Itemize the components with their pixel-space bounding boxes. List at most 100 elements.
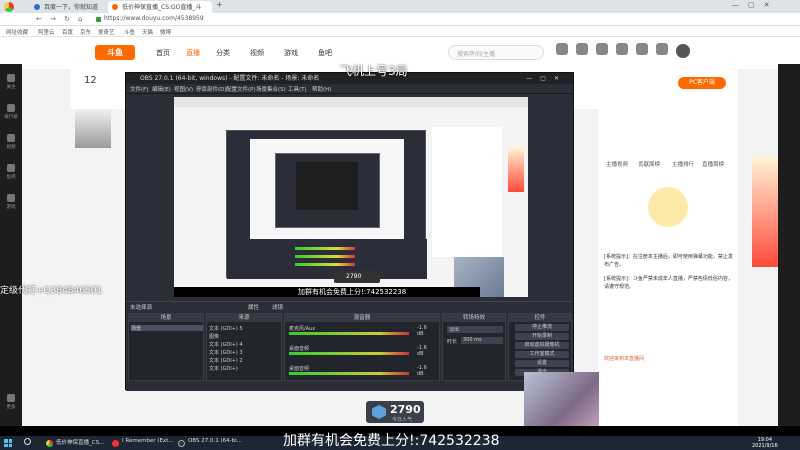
bookmark-item[interactable]: 天猫 — [142, 28, 153, 36]
obs-menu-help[interactable]: 帮助(H) — [312, 85, 331, 93]
douyu-icon — [112, 4, 118, 10]
source-item[interactable]: 文本 (GDI+) 4 — [209, 341, 281, 348]
broadcast-icon[interactable] — [656, 43, 668, 55]
stream-title-overlay: 飞机上号3局 — [340, 64, 408, 78]
source-item[interactable]: 文本 (GDI+) 5 — [209, 325, 281, 332]
stop-streaming-button[interactable]: 停止推流 — [515, 324, 569, 331]
properties-button[interactable]: 属性 — [248, 303, 259, 311]
obs-window-controls[interactable]: —▢✕ — [526, 73, 567, 84]
obs-menu-view[interactable]: 视图(V) — [174, 85, 193, 93]
preview-browser-bar — [174, 97, 528, 107]
nav-fishbar[interactable]: 鱼吧 — [318, 48, 332, 58]
site-logo[interactable]: 斗鱼 — [95, 45, 135, 60]
obs-menu-file[interactable]: 文件(F) — [130, 85, 148, 93]
sidebar-item-rank[interactable]: 排行榜 — [0, 104, 22, 120]
obs-preview[interactable]: 2790 加群有机会免费上分!:742532238 — [174, 97, 528, 297]
taskbar-label: I Remember (Ext... — [122, 438, 174, 444]
forward-icon[interactable]: → — [50, 15, 56, 23]
transition-select[interactable]: 淡出 — [447, 326, 503, 333]
duration-label: 时长 — [447, 339, 458, 345]
download-icon[interactable] — [636, 43, 648, 55]
sidebar-item-more[interactable]: 更多 — [0, 394, 22, 410]
source-item[interactable]: 文本 (GDI+) 3 — [209, 349, 281, 356]
chat-tab[interactable]: 主播排行 — [672, 160, 694, 168]
bookmark-item[interactable]: 微博 — [160, 28, 171, 36]
audio-meter[interactable] — [289, 352, 409, 355]
preview-ad — [508, 147, 524, 192]
right-sidebar — [778, 64, 800, 426]
chat-tab[interactable]: 直播周榜 — [702, 160, 724, 168]
tab-label: 百度一下，你就知道 — [44, 4, 99, 11]
taskbar-item-music[interactable]: I Remember (Ext... — [112, 438, 174, 448]
url-field[interactable]: https://www.douyu.com/4538959 — [104, 15, 204, 22]
system-clock[interactable]: 19:04 2021/9/16 — [752, 437, 778, 449]
source-item[interactable]: 文本 (GDI+) — [209, 365, 281, 372]
reload-icon[interactable]: ↻ — [64, 15, 70, 23]
obs-menu-edit[interactable]: 编辑(E) — [152, 85, 171, 93]
follow-icon[interactable] — [596, 43, 608, 55]
obs-menu-profile[interactable]: 配置文件(P) — [226, 85, 256, 93]
source-item[interactable]: 文本 (GDI+) 2 — [209, 357, 281, 364]
user-avatar[interactable] — [676, 44, 690, 58]
source-item[interactable]: 图像 — [209, 333, 281, 340]
obs-menu-scene-collection[interactable]: 场景集合(S) — [256, 85, 286, 93]
taskbar-label: 低价神保直播_CS... — [56, 440, 105, 446]
record-icon[interactable] — [556, 43, 568, 55]
sidebar-item-video[interactable]: 视频 — [0, 134, 22, 150]
history-icon[interactable] — [576, 43, 588, 55]
browser-tab-baidu[interactable]: 百度一下，你就知道 — [30, 1, 106, 13]
preview-banner-text: 加群有机会免费上分!:742532238 — [298, 288, 407, 296]
rabbit-avatar — [75, 110, 111, 148]
taskbar-item-browser[interactable]: 低价神保直播_CS... — [46, 438, 104, 448]
start-recording-button[interactable]: 开始录制 — [515, 333, 569, 340]
duration-input[interactable]: 300 ms — [461, 337, 503, 344]
bookmark-item[interactable]: 爱奇艺 — [98, 28, 115, 36]
sidebar-item-follow[interactable]: 关注 — [0, 74, 22, 90]
browser-tab-douyu[interactable]: 低价神保直播_CS:GO直播_斗 — [108, 1, 212, 13]
chat-message: [系统提示]：在注册本主播后，即可使用弹幕功能，禁止发布广告。 — [604, 254, 733, 268]
back-icon[interactable]: ← — [36, 15, 42, 23]
sidebar-item-game[interactable]: 游戏 — [0, 194, 22, 210]
search-input[interactable]: 搜索房间/主播 — [448, 45, 544, 60]
bookmark-item[interactable]: 百度 — [62, 28, 73, 36]
controls-header: 控件 — [509, 314, 571, 322]
chat-tab[interactable]: 主播视频 — [606, 160, 628, 168]
obs-window: OBS 27.0.1 (64-bit, windows) - 配置文件: 未命名… — [125, 72, 574, 391]
scenes-dock: 场景 场景 — [128, 313, 204, 381]
sidebar-item-fishbar[interactable]: 鱼吧 — [0, 164, 22, 180]
pc-client-button[interactable]: PC客户端 — [678, 77, 726, 89]
bookmark-item[interactable]: 网址收藏 — [6, 28, 28, 36]
banner-text: 加群有机会免费上分!:742532238 — [283, 433, 500, 449]
bookmark-item[interactable]: 阿里云 — [38, 28, 55, 36]
scene-item[interactable]: 场景 — [131, 325, 203, 332]
left-sidebar: 关注 排行榜 视频 鱼吧 游戏 更多 — [0, 64, 22, 426]
taskbar-item-obs[interactable]: OBS 27.0.1 (64-bi... — [178, 438, 242, 448]
virtual-camera-button[interactable]: 启动虚拟摄像机 — [515, 342, 569, 349]
sidebar-label: 游戏 — [6, 205, 16, 210]
obs-source-toolbar: 未选择源 属性 滤镜 — [126, 301, 573, 311]
window-controls[interactable]: —▢✕ — [732, 1, 778, 9]
chat-tab[interactable]: 贡献周榜 — [638, 160, 660, 168]
settings-button[interactable]: 设置 — [515, 360, 569, 367]
nav-home[interactable]: 首页 — [156, 48, 170, 58]
obs-menu-tools[interactable]: 工具(T) — [288, 85, 307, 93]
taskbar-label: OBS 27.0.1 (64-bi... — [188, 438, 242, 444]
message-icon[interactable] — [616, 43, 628, 55]
bookmark-item[interactable]: 斗鱼 — [124, 28, 135, 36]
filters-button[interactable]: 滤镜 — [272, 303, 283, 311]
nav-live[interactable]: 直播 — [186, 48, 200, 58]
nav-video[interactable]: 视频 — [250, 48, 264, 58]
clock-date: 2021/9/16 — [752, 443, 778, 449]
studio-mode-button[interactable]: 工作室模式 — [515, 351, 569, 358]
bookmark-item[interactable]: 京东 — [80, 28, 91, 36]
search-icon[interactable] — [24, 438, 31, 445]
audio-meter[interactable] — [289, 332, 409, 335]
nav-category[interactable]: 分类 — [216, 48, 230, 58]
obs-menu-docks[interactable]: 停靠部件(D) — [196, 85, 227, 93]
home-icon[interactable]: ⌂ — [78, 15, 82, 23]
sidebar-label: 鱼吧 — [6, 175, 16, 180]
nav-game[interactable]: 游戏 — [284, 48, 298, 58]
windows-start-icon[interactable] — [4, 439, 12, 447]
new-tab-button[interactable]: + — [216, 0, 223, 9]
audio-meter[interactable] — [289, 372, 409, 375]
